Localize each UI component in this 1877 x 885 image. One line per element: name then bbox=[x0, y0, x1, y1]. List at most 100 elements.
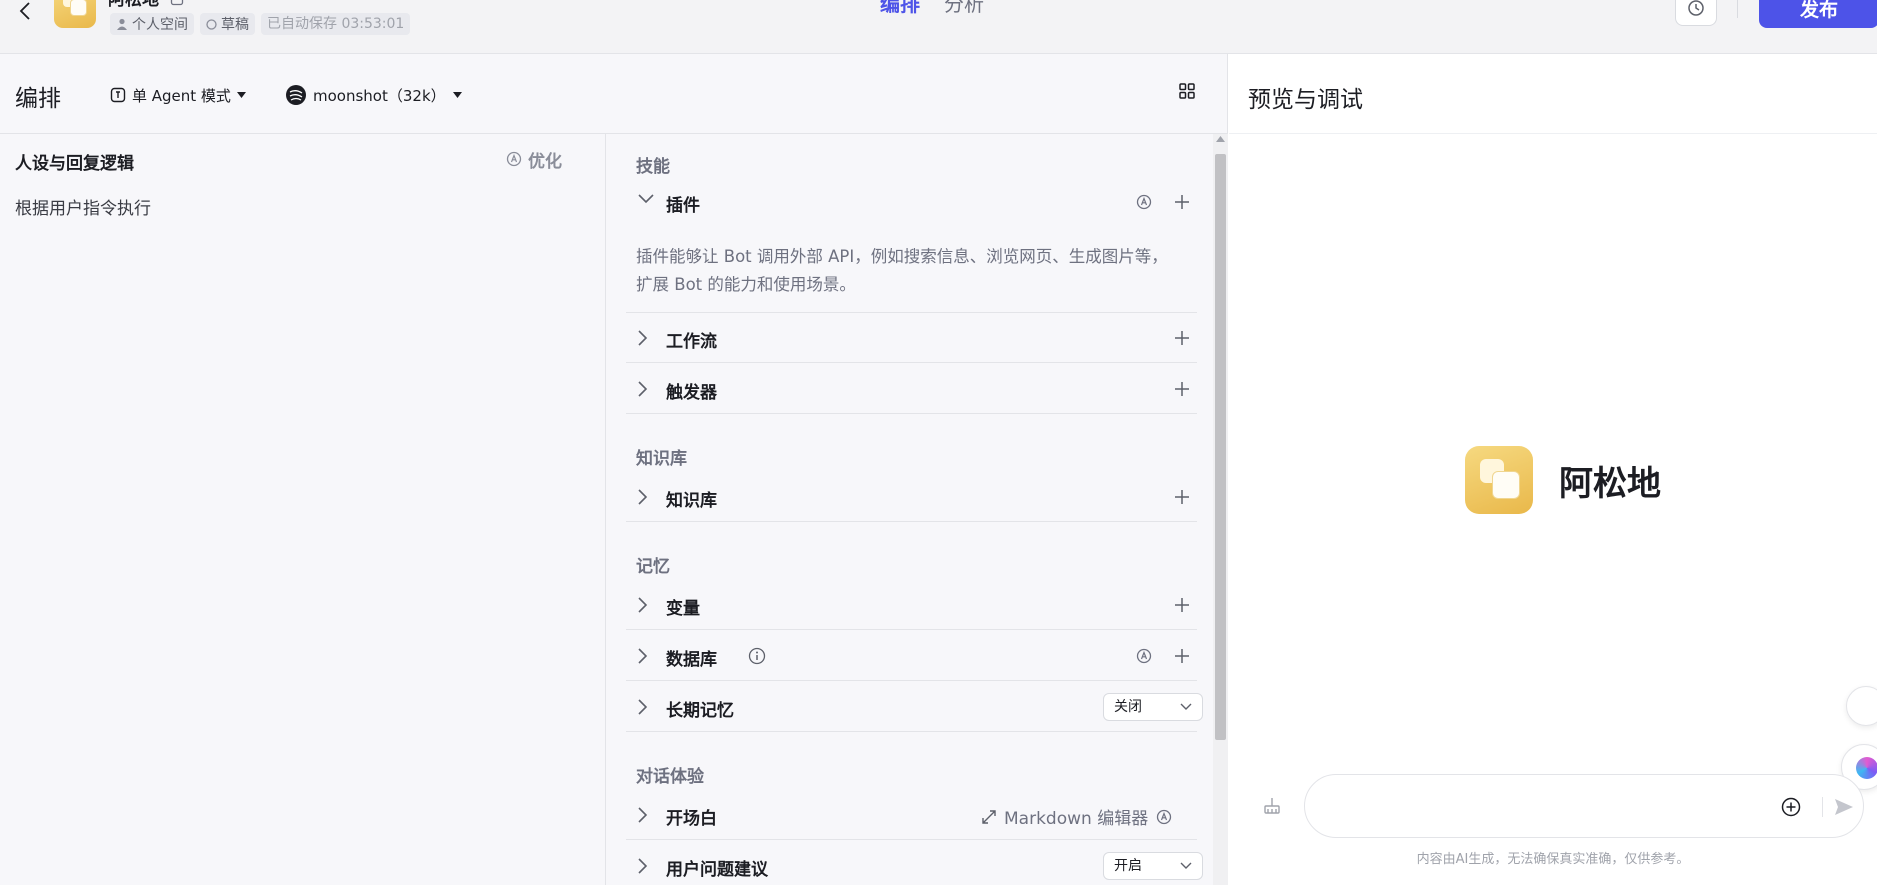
auto-icon[interactable] bbox=[1136, 648, 1152, 664]
chevron-right-icon bbox=[638, 858, 648, 874]
send-icon[interactable] bbox=[1833, 796, 1855, 818]
bot-avatar-large bbox=[1465, 446, 1533, 514]
tab-arrange[interactable]: 编排 bbox=[880, 0, 920, 16]
chevron-right-icon bbox=[638, 648, 648, 664]
preview-title: 预览与调试 bbox=[1248, 87, 1363, 113]
auto-icon bbox=[1157, 809, 1172, 824]
longterm-memory-title: 长期记忆 bbox=[666, 701, 734, 721]
back-button[interactable] bbox=[12, 0, 38, 22]
caret-down-icon bbox=[236, 92, 246, 98]
section-knowledge-label: 知识库 bbox=[636, 449, 687, 469]
longterm-memory-value: 关闭 bbox=[1114, 699, 1142, 715]
bot-avatar bbox=[54, 0, 96, 28]
plus-icon[interactable] bbox=[1174, 648, 1190, 664]
header-divider bbox=[1737, 0, 1738, 18]
database-row[interactable]: 数据库 bbox=[626, 631, 1197, 681]
workflow-title: 工作流 bbox=[666, 332, 717, 352]
plus-icon[interactable] bbox=[1174, 597, 1190, 613]
translate-float-button[interactable] bbox=[1846, 686, 1877, 726]
clear-history-icon[interactable] bbox=[1262, 796, 1282, 816]
chevron-right-icon bbox=[638, 381, 648, 397]
info-icon[interactable] bbox=[748, 647, 766, 665]
optimize-button[interactable]: 优化 bbox=[506, 148, 562, 172]
add-attachment-icon[interactable] bbox=[1781, 797, 1801, 817]
question-suggest-title: 用户问题建议 bbox=[666, 860, 768, 880]
plugin-description: 插件能够让 Bot 调用外部 API，例如搜索信息、浏览网页、生成图片等，扩展 … bbox=[636, 247, 1168, 294]
plus-icon[interactable] bbox=[1174, 489, 1190, 505]
auto-icon bbox=[506, 151, 522, 167]
plus-icon[interactable] bbox=[1174, 194, 1190, 210]
bot-name-large: 阿松地 bbox=[1559, 463, 1661, 504]
tab-analysis[interactable]: 分析 bbox=[944, 0, 984, 16]
opening-row[interactable]: 开场白 Markdown 编辑器 bbox=[626, 790, 1197, 840]
variable-row[interactable]: 变量 bbox=[626, 580, 1197, 630]
arrange-title: 编排 bbox=[15, 86, 61, 112]
question-suggest-value: 开启 bbox=[1114, 858, 1142, 874]
chevron-right-icon bbox=[638, 330, 648, 346]
plugin-row[interactable]: 插件 bbox=[626, 177, 1197, 240]
layout-toggle-button[interactable] bbox=[1178, 82, 1200, 104]
edit-icon[interactable] bbox=[170, 0, 184, 6]
section-skill-label: 技能 bbox=[636, 157, 670, 177]
history-button[interactable] bbox=[1675, 0, 1717, 26]
optimize-label: 优化 bbox=[528, 151, 562, 172]
plugin-title: 插件 bbox=[666, 196, 700, 216]
knowledge-title: 知识库 bbox=[666, 491, 717, 511]
variable-title: 变量 bbox=[666, 599, 700, 619]
bot-intro-card: 阿松地 bbox=[1465, 446, 1661, 514]
autosave-time: 已自动保存 03:53:01 bbox=[261, 13, 411, 35]
agent-mode-select[interactable]: 单 Agent 模式 bbox=[110, 84, 246, 106]
ai-disclaimer: 内容由AI生成，无法确保真实准确，仅供参考。 bbox=[1416, 852, 1690, 867]
expand-icon bbox=[982, 809, 996, 824]
model-label: moonshot（32k） bbox=[313, 86, 446, 105]
chat-input-box[interactable] bbox=[1304, 774, 1864, 838]
moonshot-logo-icon bbox=[286, 85, 306, 105]
draft-icon bbox=[206, 18, 217, 30]
space-label: 个人空间 bbox=[132, 17, 188, 33]
longterm-memory-select[interactable]: 关闭 bbox=[1103, 693, 1203, 721]
skills-panel: 技能 插件 插件能够让 Bot 调用外部 API，例如搜索信息、浏览网页、生成图… bbox=[606, 134, 1212, 885]
chevron-down-icon bbox=[638, 194, 654, 204]
scrollbar-thumb[interactable] bbox=[1215, 154, 1226, 740]
caret-down-icon bbox=[452, 92, 462, 98]
divider bbox=[1229, 133, 1877, 134]
persona-prompt-editor[interactable]: 根据用户指令执行 bbox=[15, 194, 151, 219]
markdown-editor-button[interactable]: Markdown 编辑器 bbox=[982, 804, 1172, 829]
workflow-row[interactable]: 工作流 bbox=[626, 313, 1197, 363]
plus-icon[interactable] bbox=[1174, 381, 1190, 397]
markdown-editor-label: Markdown 编辑器 bbox=[1004, 809, 1149, 829]
mode-label: 单 Agent 模式 bbox=[132, 86, 231, 105]
status-badge: 草稿 bbox=[200, 13, 255, 35]
scroll-up-arrow-icon[interactable] bbox=[1216, 136, 1225, 142]
plus-icon[interactable] bbox=[1174, 330, 1190, 346]
chevron-right-icon bbox=[638, 699, 648, 715]
trigger-row[interactable]: 触发器 bbox=[626, 364, 1197, 414]
arrange-panel: 编排 单 Agent 模式 moonshot（32k） 人设与回复逻辑 优化 根… bbox=[0, 54, 1228, 885]
persona-title: 人设与回复逻辑 bbox=[15, 154, 134, 174]
grid-icon bbox=[1179, 83, 1195, 99]
bot-name: 阿松地 bbox=[108, 0, 159, 10]
opening-title: 开场白 bbox=[666, 809, 717, 829]
longterm-memory-row[interactable]: 长期记忆 关闭 bbox=[626, 682, 1203, 732]
status-label: 草稿 bbox=[221, 17, 249, 33]
divider bbox=[1822, 797, 1823, 817]
database-title: 数据库 bbox=[666, 650, 717, 670]
section-memory-label: 记忆 bbox=[636, 557, 670, 577]
space-chip[interactable]: 个人空间 bbox=[110, 13, 194, 35]
preview-panel: 预览与调试 阿松地 内容由AI生成，无法确保真实准确，仅供参考。 bbox=[1229, 54, 1877, 885]
chevron-down-icon bbox=[1180, 862, 1192, 869]
history-icon bbox=[1688, 0, 1704, 16]
trigger-title: 触发器 bbox=[666, 383, 717, 403]
question-suggest-select[interactable]: 开启 bbox=[1103, 852, 1203, 880]
chevron-right-icon bbox=[638, 807, 648, 823]
model-select[interactable]: moonshot（32k） bbox=[286, 84, 462, 106]
bot-meta-row: 个人空间 草稿 已自动保存 03:53:01 bbox=[110, 13, 411, 35]
auto-icon[interactable] bbox=[1136, 194, 1152, 210]
question-suggest-row[interactable]: 用户问题建议 开启 bbox=[626, 841, 1203, 885]
chat-input[interactable] bbox=[1329, 791, 1769, 821]
knowledge-row[interactable]: 知识库 bbox=[626, 472, 1197, 522]
publish-button[interactable]: 发布 bbox=[1759, 0, 1877, 28]
top-tabs: 编排 分析 bbox=[880, 0, 984, 16]
chevron-left-icon bbox=[19, 2, 30, 20]
chevron-down-icon bbox=[1180, 703, 1192, 710]
